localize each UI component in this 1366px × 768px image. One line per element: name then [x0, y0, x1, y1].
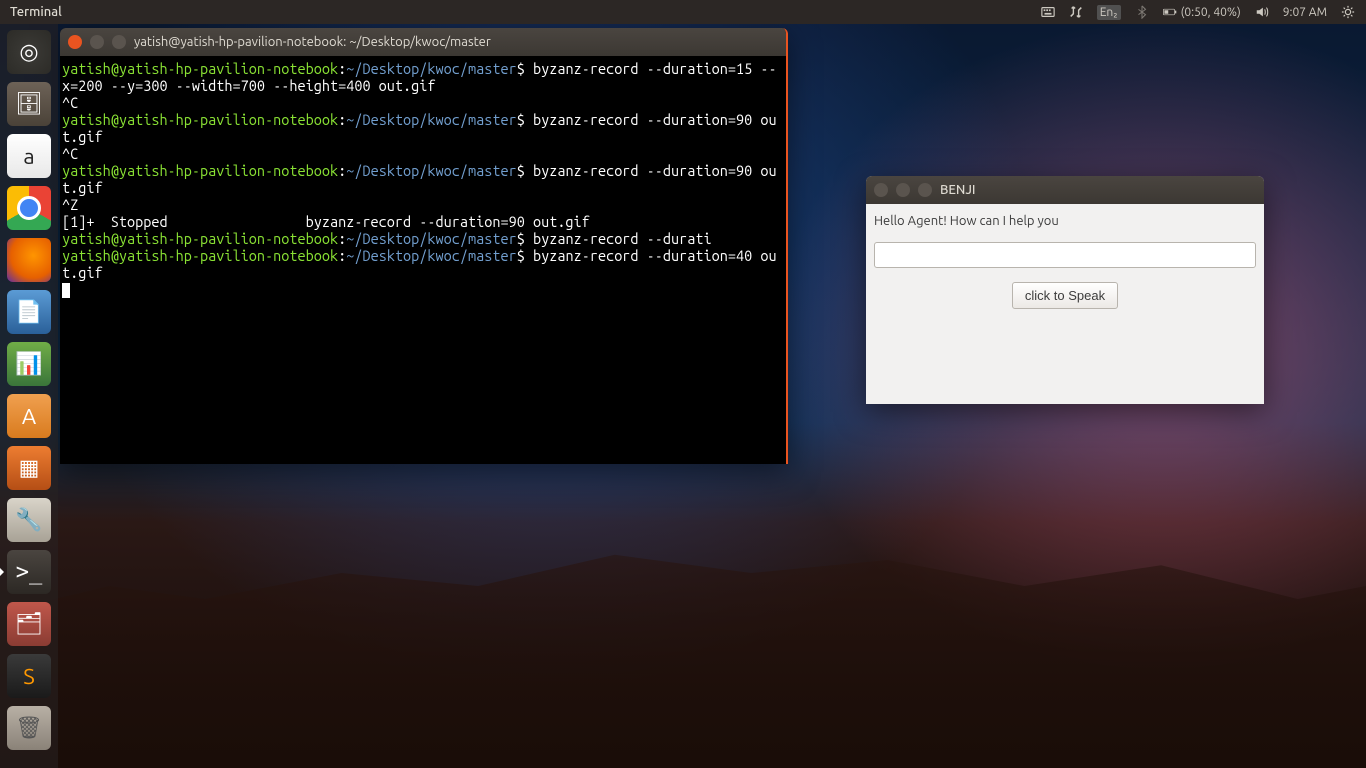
launcher-item-dash-search[interactable]: ◎ — [5, 28, 53, 76]
top-menubar: Terminal En₂ (0:50, 40%) 9:07 AM — [0, 0, 1366, 24]
network-indicator-icon[interactable] — [1062, 5, 1090, 19]
keyboard-layout-icon[interactable] — [1034, 5, 1062, 19]
launcher-item-sublime-text[interactable]: S — [5, 652, 53, 700]
launcher-item-files[interactable]: 🗄 — [5, 80, 53, 128]
benji-window[interactable]: BENJI Hello Agent! How can I help you cl… — [866, 176, 1264, 404]
launcher-item-libreoffice-writer[interactable]: 📄 — [5, 288, 53, 336]
benji-speak-button[interactable]: click to Speak — [1012, 282, 1118, 309]
window-minimize-button[interactable] — [896, 183, 910, 197]
launcher-item-ubuntu-software[interactable]: A — [5, 392, 53, 440]
window-maximize-button[interactable] — [918, 183, 932, 197]
terminal-titlebar[interactable]: yatish@yatish-hp-pavilion-notebook: ~/De… — [60, 28, 786, 56]
session-gear-icon[interactable] — [1334, 5, 1362, 19]
benji-title: BENJI — [940, 183, 976, 197]
firefox-icon — [7, 238, 51, 282]
wallpaper-mountains — [0, 508, 1366, 768]
clock[interactable]: 9:07 AM — [1276, 6, 1334, 19]
chrome-icon — [7, 186, 51, 230]
system-settings-icon: 🔧 — [7, 498, 51, 542]
active-app-title[interactable]: Terminal — [4, 5, 68, 19]
window-maximize-button[interactable] — [112, 35, 126, 49]
launcher-item-chrome[interactable] — [5, 184, 53, 232]
sublime-text-icon: S — [7, 654, 51, 698]
benji-command-input[interactable] — [874, 242, 1256, 268]
launcher-item-trash[interactable]: 🗑 — [5, 704, 53, 752]
terminal-icon: >_ — [7, 550, 51, 594]
launcher-item-files-open[interactable]: 🗂 — [5, 600, 53, 648]
launcher-item-system-settings[interactable]: 🔧 — [5, 496, 53, 544]
libreoffice-impress-icon: ▦ — [7, 446, 51, 490]
battery-text: (0:50, 40%) — [1181, 6, 1241, 19]
launcher-item-amazon[interactable]: a — [5, 132, 53, 180]
terminal-cursor — [62, 283, 70, 298]
battery-indicator[interactable]: (0:50, 40%) — [1156, 5, 1248, 19]
launcher-item-terminal[interactable]: >_ — [5, 548, 53, 596]
bluetooth-indicator-icon[interactable] — [1128, 5, 1156, 19]
amazon-icon: a — [7, 134, 51, 178]
keyboard-language-indicator[interactable]: En₂ — [1090, 5, 1128, 20]
volume-indicator-icon[interactable] — [1248, 5, 1276, 19]
window-close-button[interactable] — [68, 35, 82, 49]
files-open-icon: 🗂 — [7, 602, 51, 646]
launcher-item-libreoffice-calc[interactable]: 📊 — [5, 340, 53, 388]
files-icon: 🗄 — [7, 82, 51, 126]
libreoffice-writer-icon: 📄 — [7, 290, 51, 334]
dash-search-icon: ◎ — [7, 30, 51, 74]
launcher-item-libreoffice-impress[interactable]: ▦ — [5, 444, 53, 492]
benji-greeting: Hello Agent! How can I help you — [874, 214, 1256, 228]
window-minimize-button[interactable] — [90, 35, 104, 49]
libreoffice-calc-icon: 📊 — [7, 342, 51, 386]
unity-launcher: ◎ 🗄 a 📄 📊 A ▦ 🔧 >_ 🗂 S 🗑 — [0, 24, 58, 768]
launcher-item-firefox[interactable] — [5, 236, 53, 284]
trash-icon: 🗑 — [7, 706, 51, 750]
terminal-window[interactable]: yatish@yatish-hp-pavilion-notebook: ~/De… — [60, 28, 788, 464]
ubuntu-software-icon: A — [7, 394, 51, 438]
terminal-output[interactable]: yatish@yatish-hp-pavilion-notebook:~/Des… — [60, 56, 786, 302]
terminal-title: yatish@yatish-hp-pavilion-notebook: ~/De… — [134, 35, 491, 49]
benji-titlebar[interactable]: BENJI — [866, 176, 1264, 204]
window-close-button[interactable] — [874, 183, 888, 197]
